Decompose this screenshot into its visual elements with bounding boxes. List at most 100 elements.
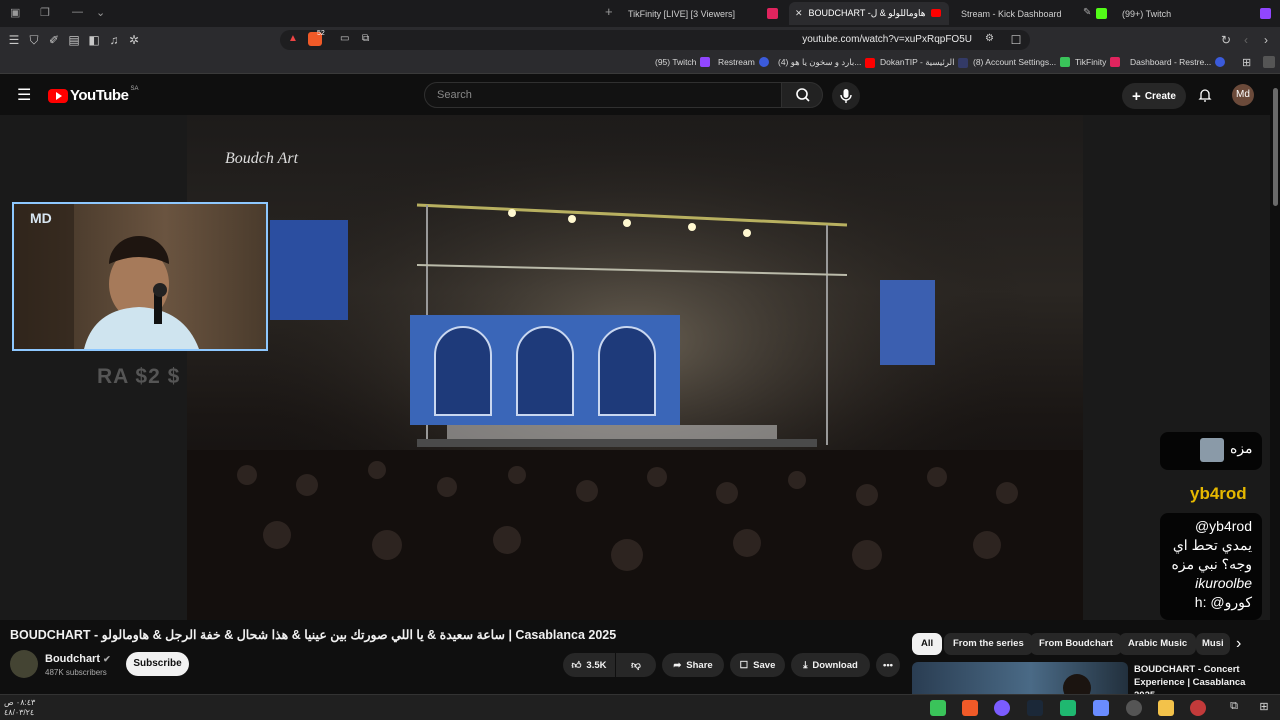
- bookmark-twitch[interactable]: (95) Twitch: [655, 57, 714, 67]
- brush-icon[interactable]: ✐: [46, 32, 62, 48]
- dislike-button[interactable]: 👎︎: [616, 653, 656, 677]
- copilot-icon[interactable]: [1093, 700, 1109, 716]
- share-button[interactable]: ➦ Share: [662, 653, 724, 677]
- search-button[interactable]: [781, 82, 823, 108]
- task-view-icon[interactable]: ⧉: [1226, 700, 1242, 716]
- bookmark-dokantip[interactable]: DokanTIP - الرئيسية: [880, 57, 972, 68]
- windows-taskbar: ٠٨:٤٣ ص ٤٨/٠٣/٢٤ ⧉ ⊞: [0, 694, 1280, 720]
- bookmark-label: DokanTIP - الرئيسية: [880, 57, 955, 67]
- close-tab-icon[interactable]: ✕: [795, 8, 803, 19]
- taskbar-clock[interactable]: ٠٨:٤٣ ص ٤٨/٠٣/٢٤: [4, 698, 35, 718]
- site-settings-icon[interactable]: ⚙: [985, 33, 994, 44]
- search-placeholder: Search: [437, 89, 472, 101]
- extensions-icon[interactable]: ✲: [126, 32, 142, 48]
- notifications-bell-icon[interactable]: [1197, 87, 1213, 103]
- sidebar-icon[interactable]: ◧: [86, 32, 102, 48]
- chip-arabic-music[interactable]: Arabic Music: [1119, 633, 1197, 655]
- bookmarks-folder-icon[interactable]: [1263, 56, 1275, 68]
- channel-avatar[interactable]: [10, 650, 38, 678]
- chat-line: @yb4rod: [1194, 518, 1252, 534]
- forward-icon[interactable]: ›: [1258, 32, 1274, 48]
- music-icon[interactable]: ♫: [106, 32, 122, 48]
- chip-from-the-series[interactable]: From the series: [944, 633, 1033, 655]
- file-explorer-icon[interactable]: [1158, 700, 1174, 716]
- scrollbar-thumb[interactable]: [1273, 88, 1278, 206]
- tab-youtube[interactable]: ✕ BOUDCHART -هاوماللولو & ل: [789, 2, 949, 25]
- plus-icon: +: [1132, 87, 1141, 105]
- steam-icon[interactable]: [1027, 700, 1043, 716]
- menu-icon[interactable]: ☰: [6, 32, 22, 48]
- translate-icon[interactable]: ⧉: [362, 33, 369, 44]
- chevron-right-icon[interactable]: ›: [1236, 635, 1241, 653]
- video-player[interactable]: Boudch Art MD RA $2 $ مزه yb4rod @yb4rod…: [0, 115, 1280, 620]
- twitch-icon: [700, 57, 711, 67]
- account-avatar[interactable]: Md: [1232, 84, 1254, 106]
- clock-date: ٤٨/٠٣/٢٤: [4, 708, 35, 717]
- like-button[interactable]: 👍︎ 3.5K: [563, 653, 615, 677]
- cast-icon[interactable]: ▭: [340, 33, 349, 44]
- whatsapp-icon[interactable]: [930, 700, 946, 716]
- chat-message-previous: مزه: [1160, 432, 1262, 470]
- new-tab-icon[interactable]: +: [605, 4, 613, 19]
- chevron-down-icon[interactable]: ⌄: [96, 6, 105, 19]
- youtube-logo[interactable]: YouTube SA: [48, 86, 138, 104]
- start-icon[interactable]: ⊞: [1256, 700, 1272, 716]
- panel-icon[interactable]: ▤: [66, 32, 82, 48]
- tab-kick[interactable]: Stream - Kick Dashboard: [955, 2, 1080, 25]
- youtube-header: ☰ YouTube SA Search + Create Md: [0, 75, 1280, 115]
- warning-icon: ▲: [288, 33, 298, 44]
- chip-from-boudchart[interactable]: From Boudchart: [1030, 633, 1122, 655]
- obs-icon[interactable]: [994, 700, 1010, 716]
- video-title: BOUDCHART - ساعة سعيدة & يا اللي صورتك ب…: [10, 628, 617, 642]
- hamburger-menu-icon[interactable]: ☰: [17, 85, 31, 105]
- cam-logo: MD: [30, 210, 52, 226]
- tab-tikfinity[interactable]: TikFinity [LIVE] [3 Viewers]: [622, 2, 762, 25]
- address-toolbar: ☰ ⛉ ✐ ▤ ◧ ♫ ✲ ▲ 52 ▭ ⧉ youtube.com/watch…: [0, 27, 1280, 53]
- sidebar-toggle-icon[interactable]: ▣: [10, 6, 20, 19]
- chip-music[interactable]: Musi: [1196, 633, 1230, 655]
- spotify-icon[interactable]: [1060, 700, 1076, 716]
- shield-icon[interactable]: ⛉: [26, 32, 42, 48]
- minimize-icon[interactable]: —: [72, 6, 83, 18]
- tab-label: Stream - Kick Dashboard: [961, 8, 1062, 19]
- subscribe-button[interactable]: Subscribe: [126, 652, 189, 676]
- save-label: Save: [753, 659, 776, 671]
- bookmark-restream-dashboard[interactable]: Dashboard - Restre...: [1130, 57, 1229, 67]
- voice-search-button[interactable]: [832, 82, 860, 110]
- url-bar[interactable]: ▲ 52 ▭ ⧉ youtube.com/watch?v=xuPxRqpFO5U…: [280, 30, 1030, 50]
- artist-watermark: Boudch Art: [225, 150, 299, 167]
- download-button[interactable]: ⤓ Download: [791, 653, 870, 677]
- kick-icon: [1096, 8, 1107, 19]
- recommended-video-thumbnail[interactable]: [912, 662, 1128, 694]
- reload-icon[interactable]: ↻: [1218, 32, 1234, 48]
- grid-icon[interactable]: ⊞: [1242, 56, 1251, 69]
- bookmark-account-settings[interactable]: (8) Account Settings...: [973, 57, 1074, 67]
- subscriber-count: 487K subscribers: [45, 668, 107, 677]
- chat-avatar: [1200, 438, 1224, 462]
- bookmarks-bar: (95) Twitch Restream (4) بارد و سخون يا …: [0, 53, 1280, 74]
- verified-icon: ✔: [103, 654, 111, 664]
- more-actions-button[interactable]: •••: [876, 653, 900, 677]
- recording-app-icon[interactable]: [1190, 700, 1206, 716]
- chip-all[interactable]: All: [912, 633, 943, 655]
- tab-twitch[interactable]: (99+) Twitch: [1116, 2, 1226, 25]
- widget-icon[interactable]: [1126, 700, 1142, 716]
- tab-label: TikFinity [LIVE] [3 Viewers]: [628, 8, 736, 19]
- tab-label: BOUDCHART -هاوماللولو & ل: [808, 8, 926, 18]
- restore-icon[interactable]: ❐: [40, 6, 50, 19]
- bookmark-restream[interactable]: Restream: [718, 57, 773, 67]
- chat-line: وجه؟ نبي مزه: [1171, 556, 1252, 572]
- save-button[interactable]: ☐ Save: [730, 653, 785, 677]
- thumbnail-image: [1063, 674, 1091, 694]
- streamer-image: [14, 204, 199, 349]
- restream-icon: [1215, 57, 1226, 67]
- url-text[interactable]: youtube.com/watch?v=xuPxRqpFO5U: [802, 34, 972, 45]
- bookmark-youtube-video[interactable]: (4) بارد و سخون يا هو...: [778, 57, 879, 68]
- channel-name[interactable]: Boudchart ✔: [45, 653, 111, 665]
- bookmark-tikfinity[interactable]: TikFinity: [1075, 57, 1124, 67]
- back-icon[interactable]: ‹: [1238, 32, 1254, 48]
- bookmark-icon[interactable]: ☐: [1008, 32, 1024, 48]
- create-button[interactable]: + Create: [1122, 83, 1186, 109]
- search-input[interactable]: Search: [424, 82, 782, 108]
- brave-icon[interactable]: [962, 700, 978, 716]
